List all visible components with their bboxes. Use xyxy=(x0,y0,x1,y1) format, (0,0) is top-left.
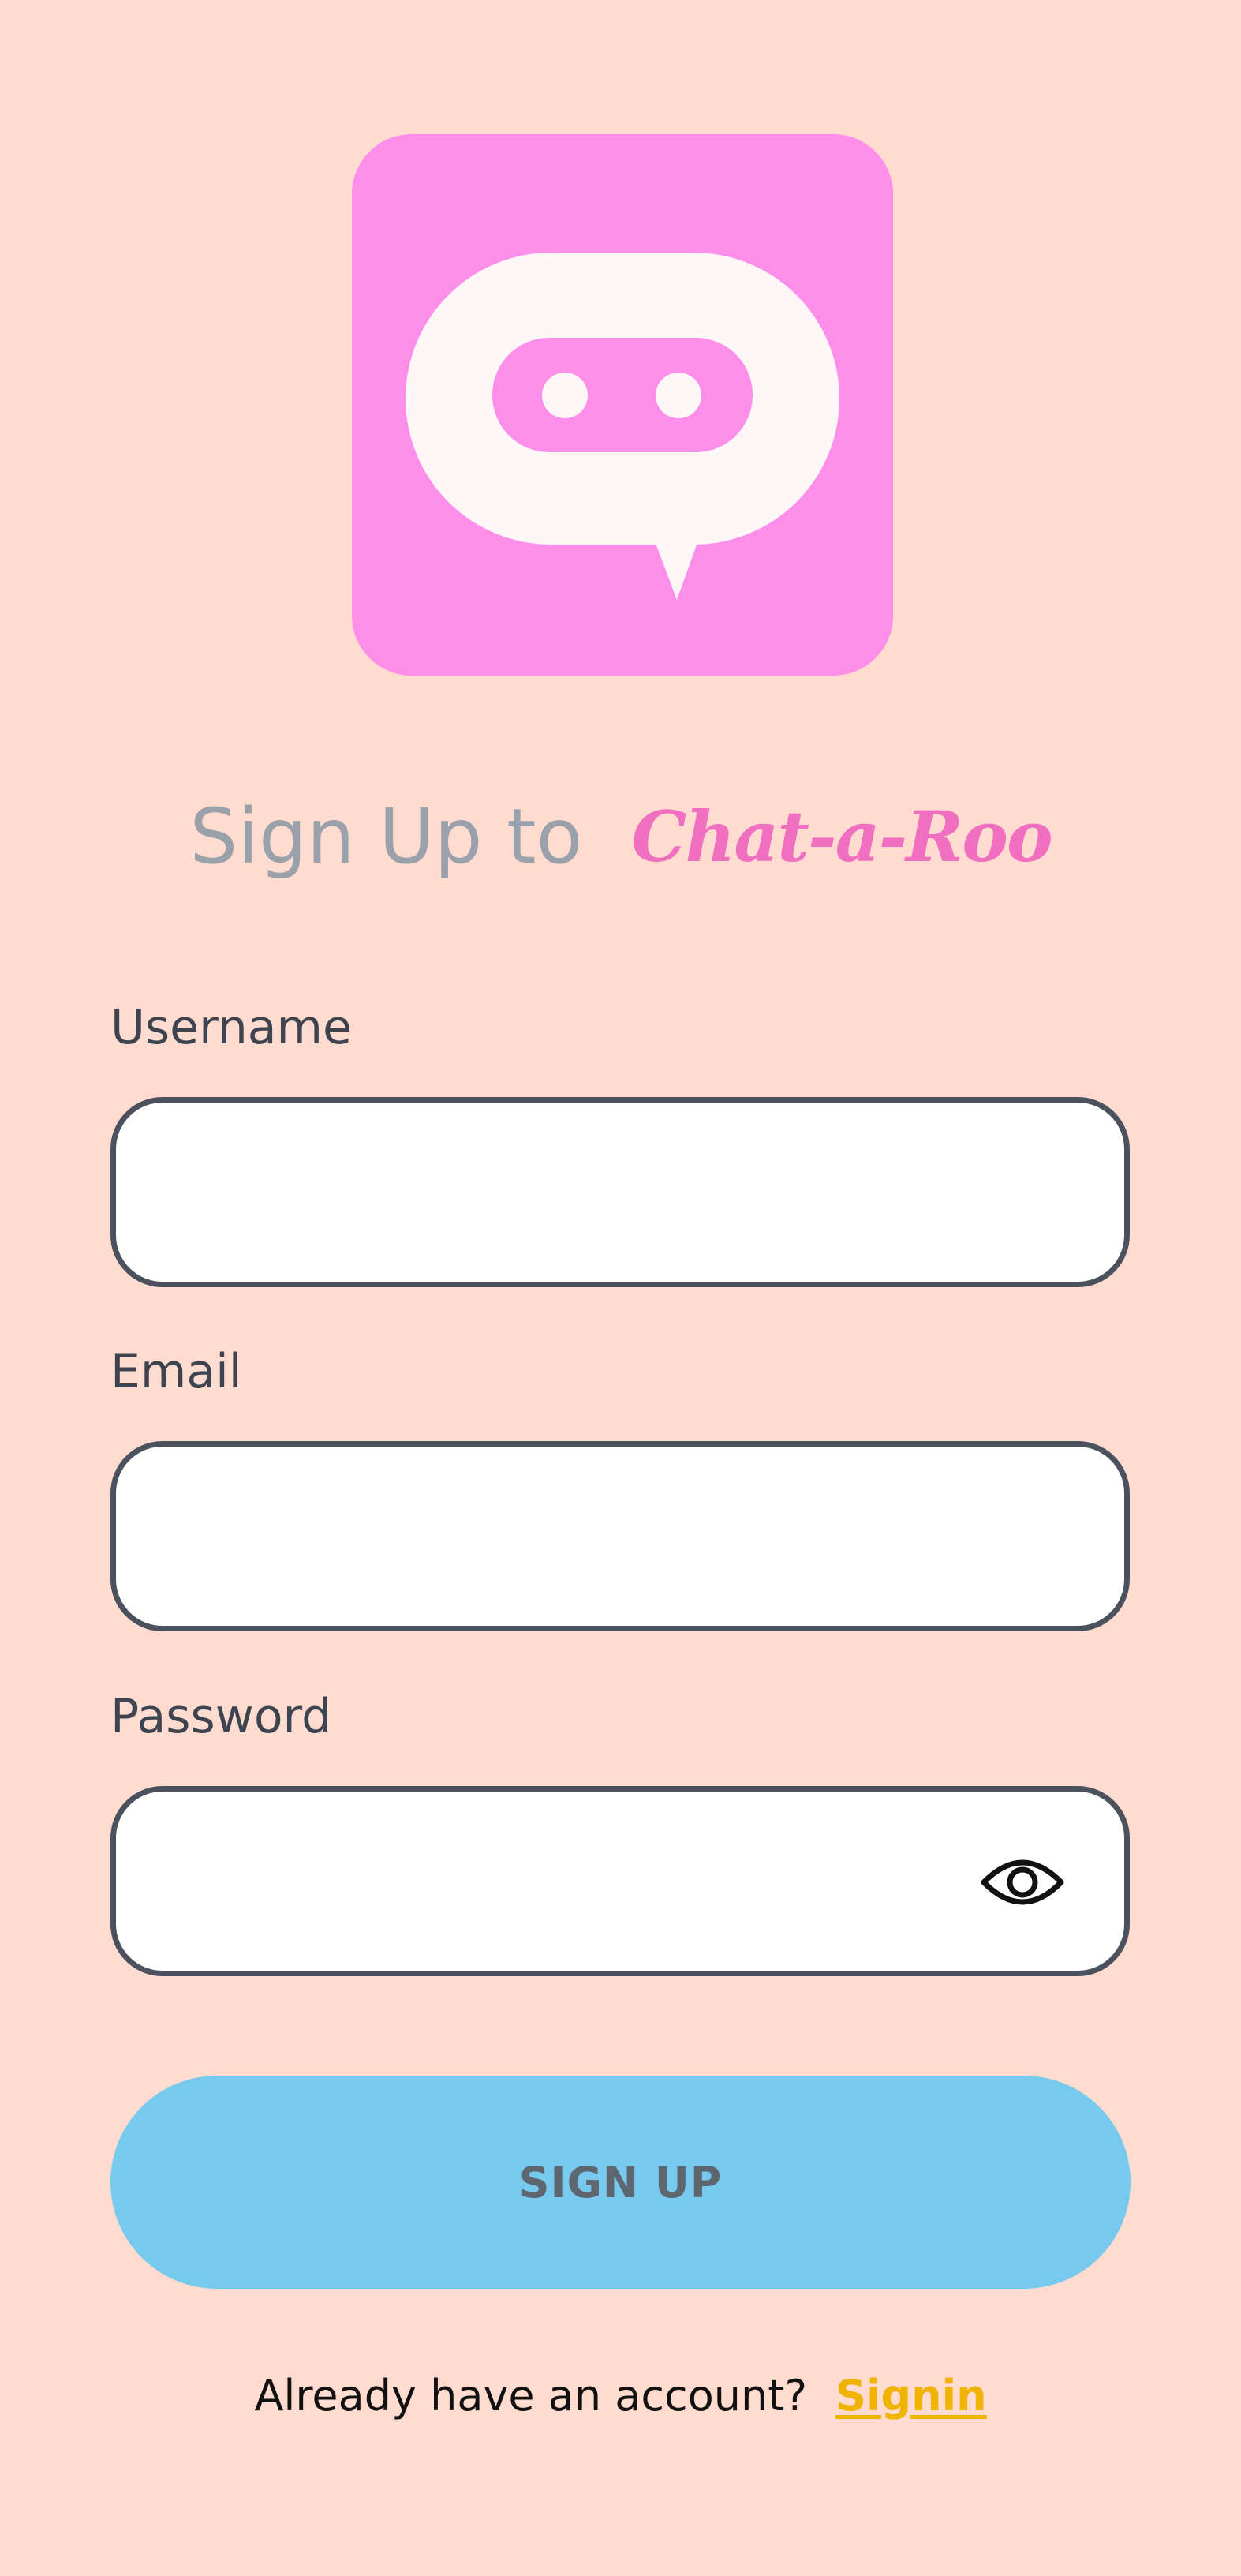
chat-bubble-face-icon xyxy=(352,134,893,676)
password-visibility-toggle[interactable] xyxy=(979,1847,1066,1918)
signin-prompt-text: Already have an account? xyxy=(254,2370,808,2421)
title-lead: Sign Up to xyxy=(189,792,583,881)
username-label: Username xyxy=(110,1000,352,1055)
username-field-box xyxy=(110,1097,1130,1287)
password-field-box xyxy=(110,1786,1130,1976)
email-input[interactable] xyxy=(116,1447,1124,1626)
signin-link[interactable]: Signin xyxy=(835,2371,986,2421)
brand-name: Chat-a-Roo xyxy=(631,796,1052,878)
username-input[interactable] xyxy=(116,1103,1124,1282)
signin-prompt: Already have an account? Signin xyxy=(0,2360,1241,2431)
page-title: Sign Up to Chat-a-Roo xyxy=(0,781,1241,892)
password-input[interactable] xyxy=(116,1792,1124,1971)
email-field-box xyxy=(110,1441,1130,1631)
password-label: Password xyxy=(110,1689,332,1744)
app-logo xyxy=(352,134,893,676)
email-label: Email xyxy=(110,1344,242,1399)
sign-up-button[interactable]: SIGN UP xyxy=(110,2076,1131,2289)
eye-icon xyxy=(981,1859,1064,1905)
